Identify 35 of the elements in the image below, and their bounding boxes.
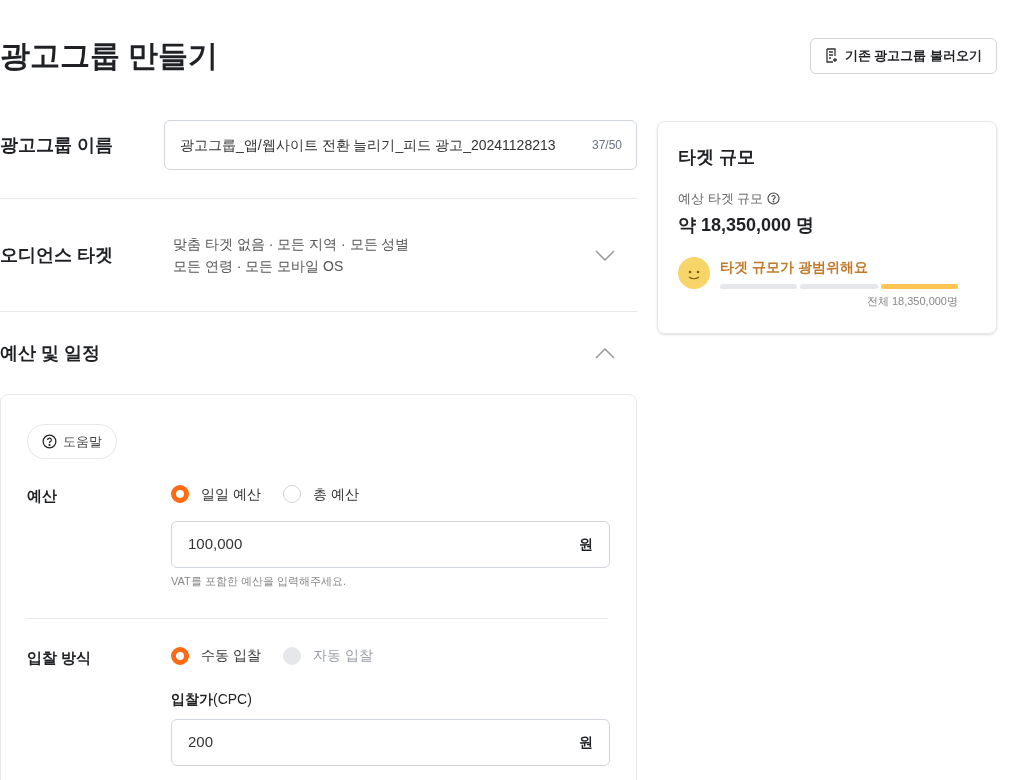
estimate-value: 약 18,350,000 명 [678, 213, 816, 237]
budget-section-header[interactable]: 예산 및 일정 [0, 312, 637, 394]
radio-option[interactable]: 수동 입찰 [171, 645, 261, 666]
hint-text: VAT를 포함한 예산을 입력해주세요. [171, 574, 347, 589]
amount-field[interactable]: 100,000 원 [171, 521, 610, 568]
radio-button[interactable] [282, 485, 301, 503]
load-adgroup-button[interactable]: 기존 광고그룹 불러오기 [809, 37, 997, 74]
card-title: 타겟 규모 [678, 146, 756, 169]
field-label: 입찰 방식 [27, 647, 93, 668]
estimate-label: 예상 타겟 규모 [678, 190, 764, 208]
field-value: 광고그룹_앱/웹사이트 전환 늘리기_피드 광고_20241128213 [180, 135, 556, 155]
total-text: 전체 18,350,000명 [865, 293, 958, 309]
field-label: 입찰가(CPC) [171, 689, 253, 709]
help-icon [42, 434, 57, 449]
audience-summary: 모든 연령 · 모든 모바일 OS [173, 257, 345, 276]
amount-field[interactable]: 200 원 [171, 718, 610, 766]
field-label: 예산 [27, 486, 58, 506]
field-value: 200 [188, 731, 214, 752]
status-text: 타겟 규모가 광범위해요 [720, 257, 869, 277]
smiley-icon [678, 256, 710, 289]
radio-button[interactable] [171, 646, 189, 665]
page-title: 광고그룹 만들기 [0, 40, 219, 71]
radio-button[interactable] [171, 485, 189, 503]
audience-summary: 맞춤 타겟 없음 · 모든 지역 · 모든 성별 [173, 235, 411, 254]
radio-option[interactable]: 일일 예산 [171, 483, 261, 505]
character-counter: 37/50 [591, 137, 622, 154]
field-label: 광고그룹 이름 [0, 133, 114, 157]
adgroup-name-field[interactable]: 광고그룹_앱/웹사이트 전환 늘리기_피드 광고_20241128213 37/50 [164, 120, 637, 170]
help-icon[interactable] [767, 192, 781, 206]
radio-option[interactable]: 총 예산 [282, 483, 359, 505]
field-value: 100,000 [188, 534, 243, 555]
unit-label: 원 [579, 732, 593, 752]
audience-row[interactable]: 오디언스 타겟 맞춤 타겟 없음 · 모든 지역 · 모든 성별 모든 연령 · 모든 모바일 OS [0, 199, 637, 311]
unit-label: 원 [579, 535, 593, 554]
document-plus-icon [824, 48, 839, 63]
